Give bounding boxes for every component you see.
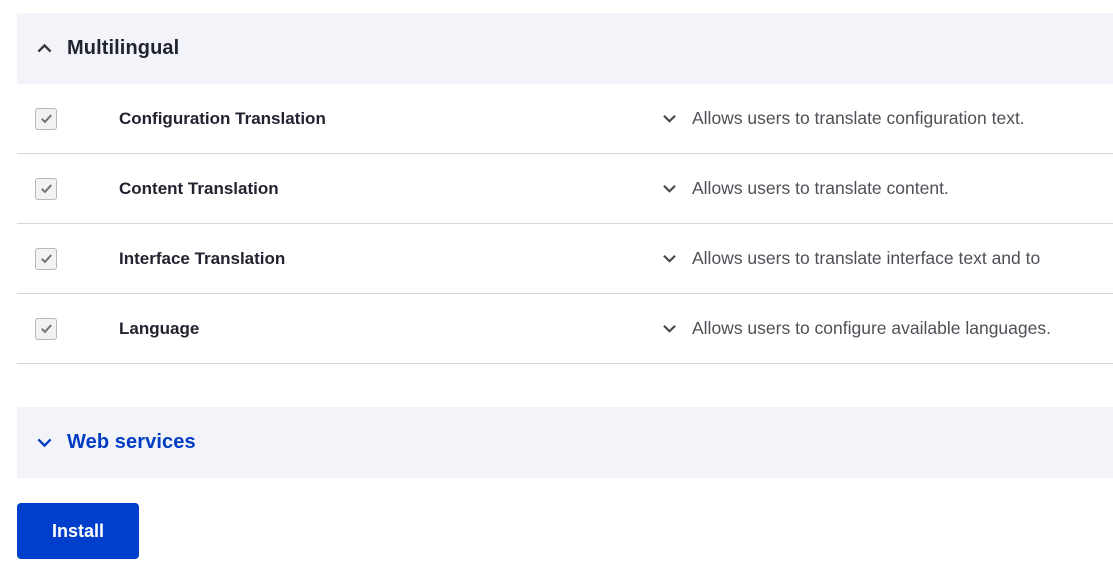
check-icon bbox=[40, 254, 52, 264]
chevron-up-icon bbox=[34, 38, 55, 59]
module-name: Content Translation bbox=[119, 178, 279, 198]
table-row: Content Translation Allows users to tran… bbox=[17, 154, 1113, 224]
module-checkbox[interactable] bbox=[35, 317, 57, 340]
module-name: Language bbox=[119, 318, 200, 338]
check-icon bbox=[40, 324, 52, 334]
chevron-down-icon[interactable] bbox=[660, 319, 679, 338]
module-description: Allows users to configure available lang… bbox=[692, 318, 1051, 338]
chevron-down-icon[interactable] bbox=[660, 109, 679, 128]
checkbox-cell bbox=[17, 107, 119, 130]
checkbox-cell bbox=[17, 177, 119, 200]
package-header-web-services[interactable]: Web services bbox=[17, 407, 1113, 478]
module-description-cell: Allows users to translate configuration … bbox=[660, 108, 1113, 129]
module-checkbox[interactable] bbox=[35, 107, 57, 130]
package-title: Web services bbox=[67, 431, 196, 453]
modules-form: Multilingual Configuration Translation A… bbox=[17, 13, 1113, 559]
table-row: Configuration Translation Allows users t… bbox=[17, 84, 1113, 154]
chevron-down-icon[interactable] bbox=[660, 179, 679, 198]
module-description-cell: Allows users to translate interface text… bbox=[660, 248, 1113, 269]
module-list: Configuration Translation Allows users t… bbox=[17, 84, 1113, 364]
module-description: Allows users to translate content. bbox=[692, 178, 949, 198]
module-checkbox[interactable] bbox=[35, 247, 57, 270]
chevron-down-icon bbox=[34, 432, 55, 453]
module-name: Interface Translation bbox=[119, 248, 286, 268]
checkbox-cell bbox=[17, 247, 119, 270]
table-row: Language Allows users to configure avail… bbox=[17, 294, 1113, 364]
install-button[interactable]: Install bbox=[17, 503, 139, 559]
package-header-multilingual[interactable]: Multilingual bbox=[17, 13, 1113, 84]
module-name: Configuration Translation bbox=[119, 108, 326, 128]
check-icon bbox=[40, 114, 52, 124]
package-title: Multilingual bbox=[67, 37, 180, 59]
module-description-cell: Allows users to translate content. bbox=[660, 178, 1113, 199]
module-checkbox[interactable] bbox=[35, 177, 57, 200]
chevron-down-icon[interactable] bbox=[660, 249, 679, 268]
module-description-cell: Allows users to configure available lang… bbox=[660, 318, 1113, 339]
module-description: Allows users to translate configuration … bbox=[692, 108, 1025, 128]
module-description: Allows users to translate interface text… bbox=[692, 248, 1041, 268]
checkbox-cell bbox=[17, 317, 119, 340]
table-row: Interface Translation Allows users to tr… bbox=[17, 224, 1113, 294]
check-icon bbox=[40, 184, 52, 194]
